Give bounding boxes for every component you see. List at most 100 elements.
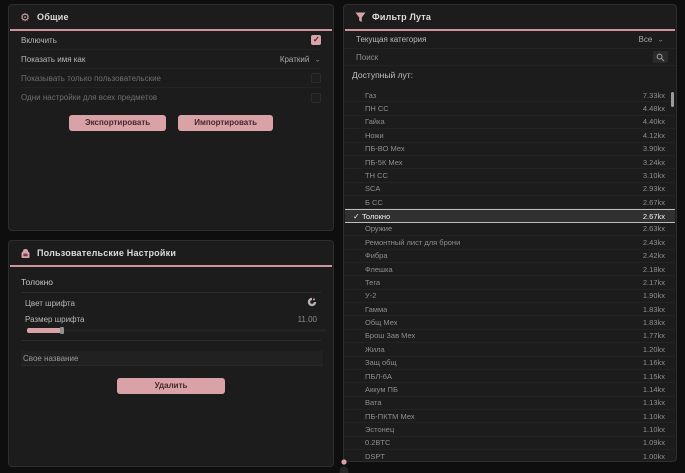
search-input[interactable] — [356, 53, 653, 62]
delete-button[interactable]: Удалить — [117, 378, 226, 394]
panel-loot-filter-header: Фильтр Лута — [344, 5, 676, 29]
loot-item-name: SCA — [365, 184, 380, 193]
loot-item-value: 2.63kx — [643, 224, 665, 233]
loot-item-name: Ножи — [365, 131, 384, 140]
custom-only-checkbox[interactable] — [311, 73, 321, 83]
loot-item-name: Оружие — [365, 224, 392, 233]
font-size-slider[interactable] — [27, 328, 327, 334]
loot-list-item[interactable]: Ремонтный лист для брони 2.43kx — [345, 236, 675, 249]
color-palette-icon[interactable] — [307, 294, 317, 312]
search-icon[interactable] — [653, 51, 668, 63]
loot-item-name: DSPT — [365, 452, 385, 460]
enable-label: Включить — [21, 36, 57, 45]
loot-list-item[interactable]: Брош Зав Мех 1.77kx — [345, 330, 675, 343]
loot-list-item[interactable]: SCA 2.93kx — [345, 183, 675, 196]
loot-item-value: 1.90kx — [643, 291, 665, 300]
font-size-value: 11.00 — [298, 315, 317, 324]
loot-item-value: 2.93kx — [643, 184, 665, 193]
loot-list-item[interactable]: Флешка 2.18kx — [345, 263, 675, 276]
single-settings-label: Одни настройки для всех предметов — [21, 93, 157, 102]
setting-row-enable: Включить — [21, 31, 321, 50]
loot-item-name: Аккум ПБ — [365, 385, 398, 394]
loot-item-name: ПБ-ВО Мех — [365, 144, 405, 153]
app-window: ⚙ Общие Включить Показать имя как Кратки… — [0, 0, 685, 473]
slider-track — [27, 329, 327, 332]
single-settings-checkbox[interactable] — [311, 93, 321, 103]
loot-item-value: 1.10kx — [643, 425, 665, 434]
loot-list-item[interactable]: 0.2BTC 1.09kx — [345, 437, 675, 450]
loot-item-value: 1.00kx — [643, 452, 665, 460]
name-mode-dropdown[interactable]: Краткий ⌄ — [280, 55, 321, 64]
loot-item-name: ТН СС — [365, 171, 388, 180]
slider-fill — [27, 328, 61, 333]
loot-item-value: 2.67kx — [643, 198, 665, 207]
loot-item-value: 1.15kx — [643, 372, 665, 381]
panel-loot-filter-title: Фильтр Лута — [372, 12, 431, 22]
loot-list-item[interactable]: Б СС 2.67kx — [345, 196, 675, 209]
loot-item-name: Эстонец — [365, 425, 394, 434]
loot-list-item[interactable]: Защ общ 1.16kx — [345, 357, 675, 370]
loot-list-item[interactable]: У-2 1.90kx — [345, 290, 675, 303]
panel-custom-settings: Пользовательские Настройки Толокно Цвет … — [8, 240, 334, 467]
panel-general-title: Общие — [37, 12, 69, 22]
loot-item-value: 3.90kx — [643, 144, 665, 153]
loot-item-value: 1.20kx — [643, 345, 665, 354]
loot-list-item[interactable]: Эстонец 1.10kx — [345, 423, 675, 436]
custom-name-input[interactable] — [21, 351, 323, 366]
loot-item-name: ПН СС — [365, 104, 389, 113]
loot-list-item[interactable]: Аккум ПБ 1.14kx — [345, 383, 675, 396]
loot-item-name: Б СС — [365, 198, 383, 207]
loot-item-name: Флешка — [365, 265, 393, 274]
loot-item-name: Фибра — [365, 251, 388, 260]
panel-general: ⚙ Общие Включить Показать имя как Кратки… — [8, 4, 334, 231]
export-button[interactable]: Экспортировать — [69, 115, 166, 131]
loot-item-name: Газ — [365, 91, 376, 100]
loot-item-value: 3.24kx — [643, 158, 665, 167]
name-mode-label: Показать имя как — [21, 55, 85, 64]
loot-item-name: Защ общ — [365, 358, 397, 367]
enable-checkbox[interactable] — [311, 35, 321, 45]
font-color-label: Цвет шрифта — [25, 299, 75, 308]
category-row: Текущая категория Все ⌄ — [344, 31, 676, 49]
loot-list-item[interactable]: Оружие 2.63kx — [345, 223, 675, 236]
loot-list-item[interactable]: Жила 1.20kx — [345, 343, 675, 356]
loot-list: Газ 7.33kx ПН СС 4.48kx Гайка 4.40kx Нож… — [345, 89, 675, 460]
chevron-down-icon: ⌄ — [657, 36, 664, 43]
loot-list-item[interactable]: ПБ-ПКТМ Мех 1.10kx — [345, 410, 675, 423]
selected-check-icon: ✓ — [353, 212, 362, 221]
panel-custom-settings-header: Пользовательские Настройки — [9, 241, 333, 265]
category-label: Текущая категория — [356, 35, 426, 44]
loot-list-item[interactable]: Ножи 4.12kx — [345, 129, 675, 142]
loot-list-item[interactable]: Общ Мех 1.83kx — [345, 316, 675, 329]
category-dropdown[interactable]: Все ⌄ — [639, 35, 665, 44]
loot-item-value: 1.10kx — [643, 412, 665, 421]
loot-list-item[interactable]: Гамма 1.83kx — [345, 303, 675, 316]
loot-list-item[interactable]: Фибра 2.42kx — [345, 250, 675, 263]
list-scrollbar-thumb[interactable] — [671, 92, 674, 107]
backpack-icon — [19, 247, 31, 259]
setting-row-name-mode: Показать имя как Краткий ⌄ — [21, 50, 321, 69]
panel-custom-settings-title: Пользовательские Настройки — [37, 248, 176, 258]
loot-list-item[interactable]: ПБЛ-6А 1.15kx — [345, 370, 675, 383]
loot-item-name: Гамма — [365, 305, 387, 314]
loot-list-item[interactable]: Вата 1.13kx — [345, 397, 675, 410]
loot-list-item[interactable]: ПБ-5К Мех 3.24kx — [345, 156, 675, 169]
loot-list-item[interactable]: ПН СС 4.48kx — [345, 102, 675, 115]
loot-item-name: Брош Зав Мех — [365, 331, 415, 340]
loot-list-item[interactable]: ПБ-ВО Мех 3.90kx — [345, 143, 675, 156]
category-value: Все — [639, 35, 653, 44]
slider-handle[interactable] — [60, 327, 64, 334]
loot-list-item[interactable]: DSPT 1.00kx — [345, 450, 675, 460]
custom-only-label: Показывать только пользовательские — [21, 74, 161, 83]
loot-item-name: ПБ-5К Мех — [365, 158, 403, 167]
loot-item-value: 1.09kx — [643, 438, 665, 447]
loot-item-value: 2.17kx — [643, 278, 665, 287]
loot-list-item[interactable]: Гайка 4.40kx — [345, 116, 675, 129]
loot-list-item[interactable]: Газ 7.33kx — [345, 89, 675, 102]
loot-list-item[interactable]: Тега 2.17kx — [345, 276, 675, 289]
loot-item-value: 4.40kx — [643, 117, 665, 126]
import-button[interactable]: Импортировать — [178, 115, 273, 131]
loot-list-item[interactable]: ТН СС 3.10kx — [345, 169, 675, 182]
loot-item-name: ПБ-ПКТМ Мех — [365, 412, 415, 421]
loot-list-item[interactable]: ✓ Толокно 2.67kx — [345, 209, 675, 222]
